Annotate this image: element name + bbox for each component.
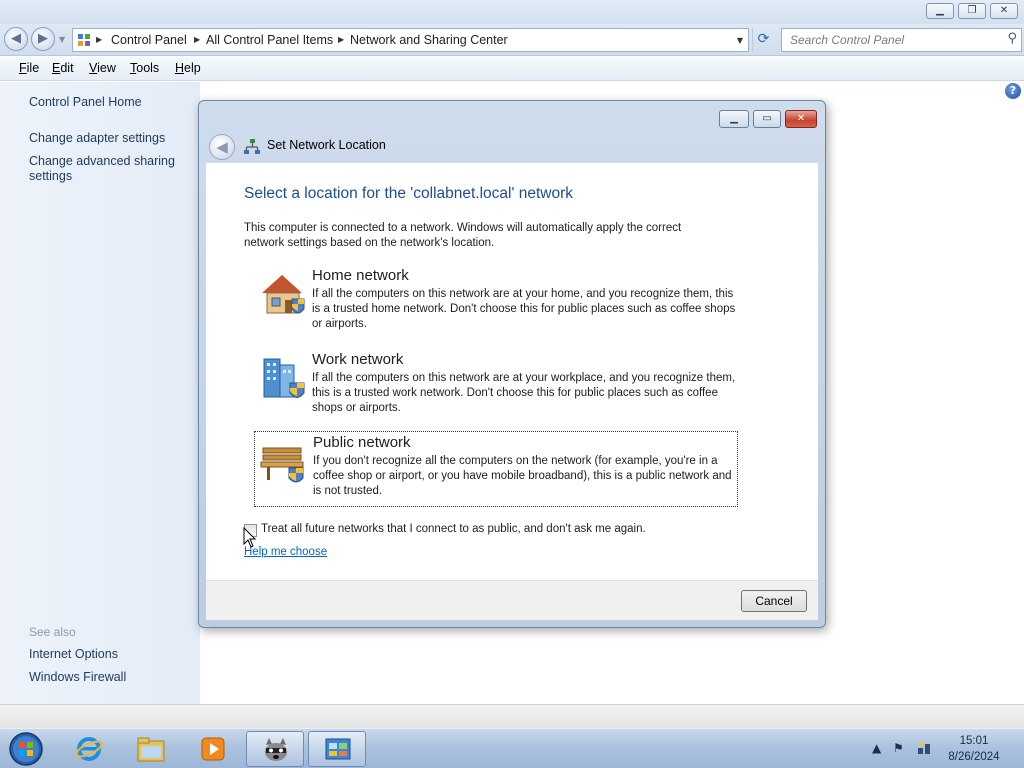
cancel-button[interactable]: Cancel (741, 590, 807, 612)
close-icon: ✕ (999, 5, 1009, 16)
recent-pages-dropdown-icon[interactable]: ▼ (59, 35, 65, 44)
work-network-label: Work network (312, 351, 404, 368)
sidebar-item-control-panel-home[interactable]: Control Panel Home (29, 95, 142, 110)
breadcrumb-network-sharing-center[interactable]: Network and Sharing Center (350, 33, 508, 47)
mouse-cursor-icon (243, 527, 257, 548)
menu-help[interactable]: Help (175, 61, 201, 75)
sidebar-item-change-advanced-sharing[interactable]: Change advanced sharing settings (29, 154, 179, 184)
menu-tools-rest: ools (136, 61, 160, 75)
dialog-minimize-button[interactable]: ▁ (719, 110, 749, 128)
back-button[interactable]: ◀ (4, 27, 28, 51)
treat-as-public-label[interactable]: Treat all future networks that I connect… (261, 523, 646, 535)
action-center-flag-icon[interactable]: ⚑ (893, 741, 904, 755)
raccoon-app-icon (265, 738, 287, 761)
address-toolbar: ◀ ▶ ▼ ▶ Control Panel ▶ All Control Pane… (0, 24, 1024, 56)
dialog-heading: Select a location for the 'collabnet.loc… (244, 185, 574, 202)
dialog-maximize-button[interactable]: ▭ (753, 110, 781, 128)
menu-help-rest: elp (184, 61, 201, 75)
menu-file-rest: ile (26, 61, 40, 75)
home-network-description: If all the computers on this network are… (312, 288, 736, 330)
search-placeholder: Search Control Panel (790, 33, 905, 47)
internet-explorer-icon (75, 737, 103, 761)
dialog-close-button[interactable]: ✕ (785, 110, 817, 128)
taskbar-internet-explorer[interactable] (60, 731, 118, 767)
home-network-option[interactable]: Home network If all the computers on thi… (254, 265, 738, 341)
menu-view-rest: iew (97, 61, 116, 75)
windows-explorer-icon (137, 737, 165, 762)
restore-icon: ❐ (967, 5, 977, 16)
home-network-label: Home network (312, 267, 409, 284)
breadcrumb-separator-icon[interactable]: ▶ (194, 35, 200, 44)
dialog-back-button[interactable]: ◀ (209, 134, 235, 160)
public-network-description: If you don't recognize all the computers… (313, 455, 732, 497)
breadcrumb[interactable]: ▶ Control Panel ▶ All Control Panel Item… (72, 28, 749, 52)
restore-button[interactable]: ❐ (958, 3, 986, 19)
menu-file-accelerator: F (19, 61, 27, 75)
breadcrumb-separator-icon[interactable]: ▶ (96, 35, 102, 44)
work-network-description: If all the computers on this network are… (312, 372, 736, 414)
taskbar-raccoon-app[interactable] (246, 731, 304, 767)
dialog-footer: Cancel (206, 580, 818, 620)
clock-time: 15:01 (959, 735, 989, 747)
task-pane: Control Panel Home Change adapter settin… (0, 82, 200, 704)
public-network-label: Public network (313, 434, 411, 451)
minimize-icon: ▁ (936, 5, 944, 16)
help-icon[interactable]: ? (1005, 83, 1021, 99)
dialog-title: Set Network Location (267, 138, 386, 152)
maximize-icon: ▭ (762, 113, 772, 124)
forward-arrow-icon: ▶ (38, 31, 48, 46)
back-arrow-icon: ◀ (216, 138, 228, 156)
breadcrumb-separator-icon[interactable]: ▶ (338, 35, 344, 44)
forward-button[interactable]: ▶ (31, 27, 55, 51)
menu-tools[interactable]: Tools (130, 61, 159, 75)
taskbar-windows-explorer[interactable] (122, 731, 180, 767)
breadcrumb-all-items[interactable]: All Control Panel Items (206, 33, 333, 47)
menu-view[interactable]: View (89, 61, 116, 75)
dialog-intro: This computer is connected to a network.… (244, 222, 682, 249)
sidebar-item-internet-options[interactable]: Internet Options (29, 647, 118, 662)
see-also-heading: See also (29, 625, 76, 639)
clock-date: 8/26/2024 (948, 751, 1000, 763)
taskbar: ▲ ⚑ 15:01 8/26/2024 (0, 728, 1024, 768)
control-panel-icon (78, 34, 90, 46)
back-arrow-icon: ◀ (11, 31, 21, 46)
network-icon (244, 139, 260, 154)
public-network-icon (260, 447, 304, 483)
refresh-icon: ⟳ (757, 31, 770, 47)
sidebar-item-change-adapter-settings[interactable]: Change adapter settings (29, 131, 179, 146)
sidebar-item-windows-firewall[interactable]: Windows Firewall (29, 670, 126, 685)
menu-edit-rest: dit (60, 61, 74, 75)
close-button[interactable]: ✕ (990, 3, 1018, 19)
media-player-icon (201, 737, 225, 761)
public-network-option[interactable]: Public network If you don't recognize al… (254, 431, 738, 507)
taskbar-media-player[interactable] (184, 731, 242, 767)
menu-edit[interactable]: Edit (52, 61, 74, 75)
minimize-icon: ▁ (730, 113, 738, 124)
work-network-icon (263, 358, 305, 398)
status-bar (0, 704, 1024, 728)
close-icon: ✕ (796, 113, 806, 124)
minimize-button[interactable]: ▁ (926, 3, 954, 19)
refresh-button[interactable]: ⟳ (752, 28, 774, 52)
menu-view-accelerator: V (89, 61, 98, 75)
breadcrumb-control-panel[interactable]: Control Panel (111, 33, 187, 47)
set-network-location-dialog: ▁ ▭ ✕ ◀ Set Network Location Select a lo… (198, 100, 826, 628)
address-dropdown-icon[interactable]: ▼ (737, 36, 743, 45)
control-panel-icon (325, 738, 351, 760)
show-hidden-icons-icon[interactable]: ▲ (872, 741, 881, 755)
menu-bar: File Edit View Tools Help (0, 57, 1024, 81)
search-icon[interactable]: ⚲ (1007, 31, 1017, 46)
start-orb-icon[interactable] (6, 731, 46, 767)
home-network-icon (262, 275, 305, 314)
window-title-bar: ▁ ❐ ✕ (0, 0, 1024, 24)
work-network-option[interactable]: Work network If all the computers on thi… (254, 349, 738, 425)
search-input[interactable]: Search Control Panel ⚲ (781, 28, 1022, 52)
taskbar-clock[interactable]: 15:01 8/26/2024 (930, 733, 1018, 765)
dialog-content: Select a location for the 'collabnet.loc… (206, 163, 818, 580)
taskbar-control-panel[interactable] (308, 731, 366, 767)
menu-file[interactable]: File (19, 61, 39, 75)
menu-help-accelerator: H (175, 61, 185, 75)
